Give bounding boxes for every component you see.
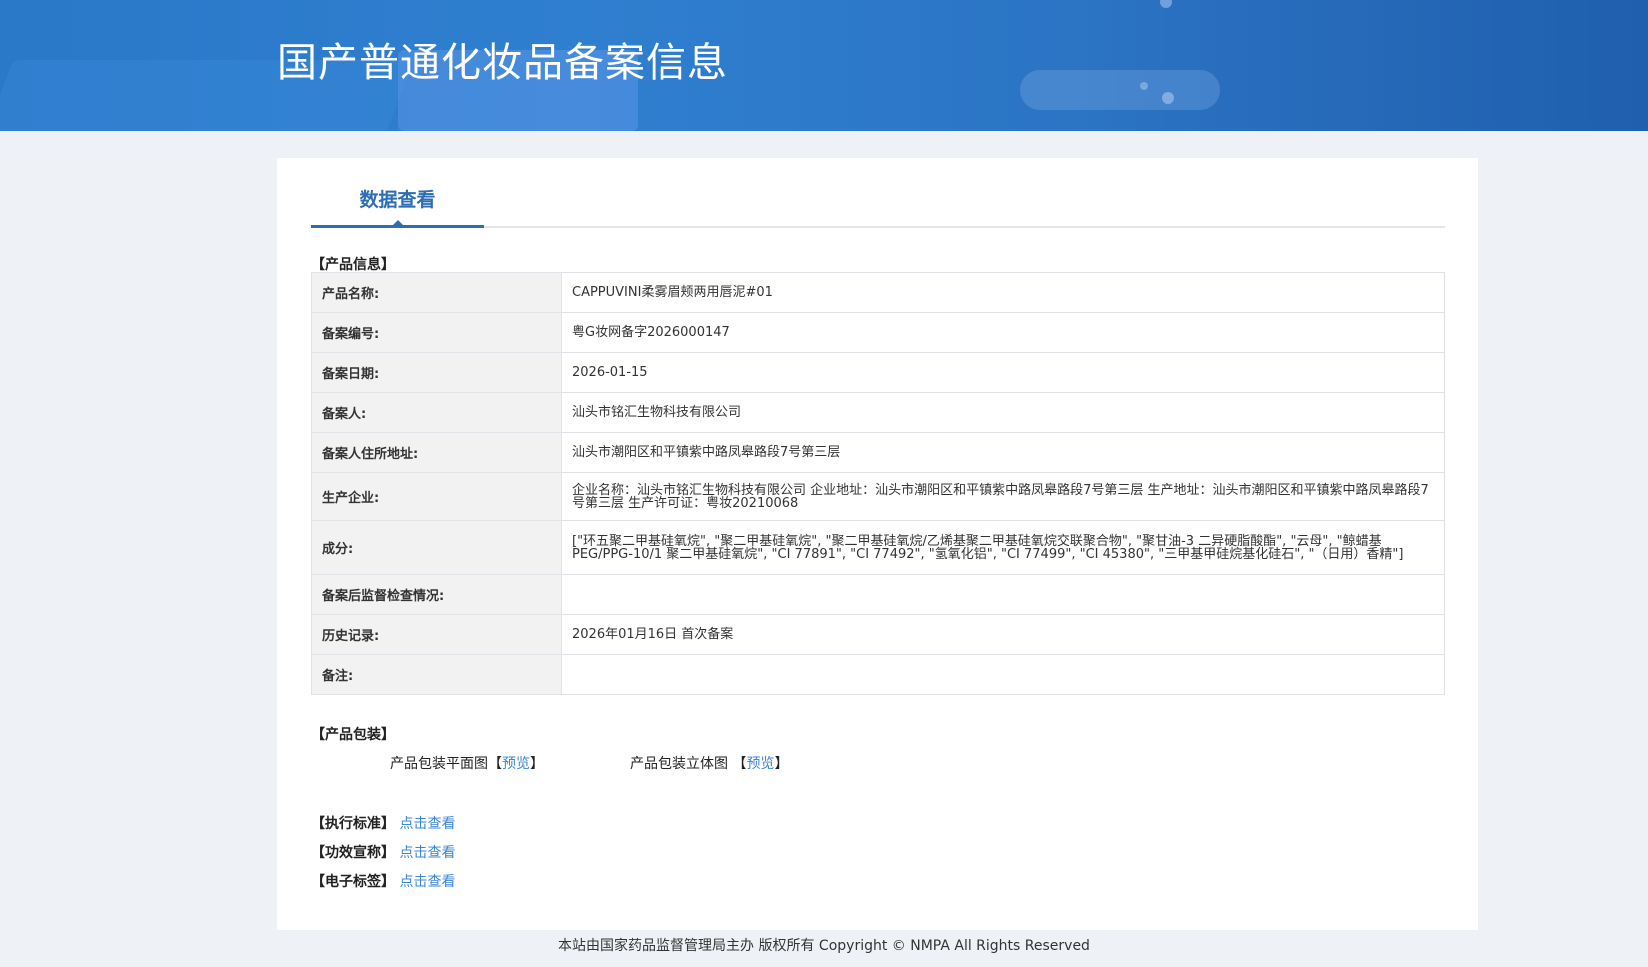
section-title-packaging: 【产品包装】 [311, 727, 395, 743]
field-value: 2026-01-15 [561, 352, 1445, 393]
extra-standard: 【执行标准】 点击查看 [311, 813, 455, 833]
field-label: 备案人: [311, 392, 562, 433]
field-label: 备案日期: [311, 352, 562, 393]
preview-flat-link[interactable]: 预览 [502, 756, 530, 772]
extra-label: 【电子标签】 [311, 874, 395, 890]
banner-decoration [1020, 70, 1220, 110]
packaging-solid-label: 产品包装立体图 [630, 756, 733, 772]
bracket: 】 [530, 756, 544, 772]
field-label: 备案编号: [311, 312, 562, 353]
bracket: 【 [488, 756, 502, 772]
field-value [561, 654, 1445, 695]
table-row: 备案编号: 粤G妆网备字2026000147 [311, 312, 1445, 353]
page-title: 国产普通化妆品备案信息 [277, 40, 728, 86]
table-row: 备案人住所地址: 汕头市潮阳区和平镇紫中路凤皋路段7号第三层 [311, 432, 1445, 473]
field-label: 产品名称: [311, 272, 562, 313]
table-row: 备案后监督检查情况: [311, 574, 1445, 615]
content-card: 数据查看 【产品信息】 产品名称: CAPPUVINI柔雾眉颊两用唇泥#01 备… [277, 158, 1478, 930]
extra-efficacy: 【功效宣称】 点击查看 [311, 842, 455, 862]
table-row: 产品名称: CAPPUVINI柔雾眉颊两用唇泥#01 [311, 272, 1445, 313]
bracket: 【 [732, 756, 747, 772]
banner-decoration [1140, 82, 1148, 90]
tab-bar: 数据查看 [311, 158, 1445, 228]
product-info-table: 产品名称: CAPPUVINI柔雾眉颊两用唇泥#01 备案编号: 粤G妆网备字2… [311, 272, 1445, 695]
field-value: ["环五聚二甲基硅氧烷", "聚二甲基硅氧烷", "聚二甲基硅氧烷/乙烯基聚二甲… [561, 520, 1445, 575]
extra-label-electronic: 【电子标签】 点击查看 [311, 871, 455, 891]
bracket: 】 [774, 756, 789, 772]
field-value: CAPPUVINI柔雾眉颊两用唇泥#01 [561, 272, 1445, 313]
packaging-flat-label: 产品包装平面图 [390, 756, 488, 772]
field-value: 汕头市潮阳区和平镇紫中路凤皋路段7号第三层 [561, 432, 1445, 473]
table-row: 备注: [311, 654, 1445, 695]
packaging-flat: 产品包装平面图【预览】 [390, 753, 544, 773]
table-row: 备案人: 汕头市铭汇生物科技有限公司 [311, 392, 1445, 433]
field-value: 粤G妆网备字2026000147 [561, 312, 1445, 353]
field-value: 企业名称：汕头市铭汇生物科技有限公司 企业地址：汕头市潮阳区和平镇紫中路凤皋路段… [561, 472, 1445, 521]
footer: 本站由国家药品监督管理局主办 版权所有 Copyright © NMPA All… [558, 938, 1090, 954]
caret-up-icon [391, 220, 405, 227]
field-value: 2026年01月16日 首次备案 [561, 614, 1445, 655]
packaging-solid: 产品包装立体图 【预览】 [630, 753, 788, 773]
banner-decoration [1160, 0, 1172, 8]
field-label: 历史记录: [311, 614, 562, 655]
view-efficacy-link[interactable]: 点击查看 [399, 845, 455, 861]
banner-decoration [1162, 92, 1174, 104]
table-row: 成分: ["环五聚二甲基硅氧烷", "聚二甲基硅氧烷", "聚二甲基硅氧烷/乙烯… [311, 520, 1445, 575]
field-label: 备案后监督检查情况: [311, 574, 562, 615]
field-value: 汕头市铭汇生物科技有限公司 [561, 392, 1445, 433]
field-label: 备注: [311, 654, 562, 695]
table-row: 生产企业: 企业名称：汕头市铭汇生物科技有限公司 企业地址：汕头市潮阳区和平镇紫… [311, 472, 1445, 521]
field-label: 备案人住所地址: [311, 432, 562, 473]
field-value [561, 574, 1445, 615]
header-banner: 国产普通化妆品备案信息 [0, 0, 1648, 131]
view-label-link[interactable]: 点击查看 [399, 874, 455, 890]
table-row: 备案日期: 2026-01-15 [311, 352, 1445, 393]
tab-data-view[interactable]: 数据查看 [311, 158, 484, 228]
extra-label: 【执行标准】 [311, 816, 395, 832]
table-row: 历史记录: 2026年01月16日 首次备案 [311, 614, 1445, 655]
extra-label: 【功效宣称】 [311, 845, 395, 861]
tab-label: 数据查看 [359, 189, 436, 211]
view-standard-link[interactable]: 点击查看 [399, 816, 455, 832]
section-title-product-info: 【产品信息】 [311, 257, 395, 273]
field-label: 生产企业: [311, 472, 562, 521]
field-label: 成分: [311, 520, 562, 575]
preview-solid-link[interactable]: 预览 [746, 756, 774, 772]
